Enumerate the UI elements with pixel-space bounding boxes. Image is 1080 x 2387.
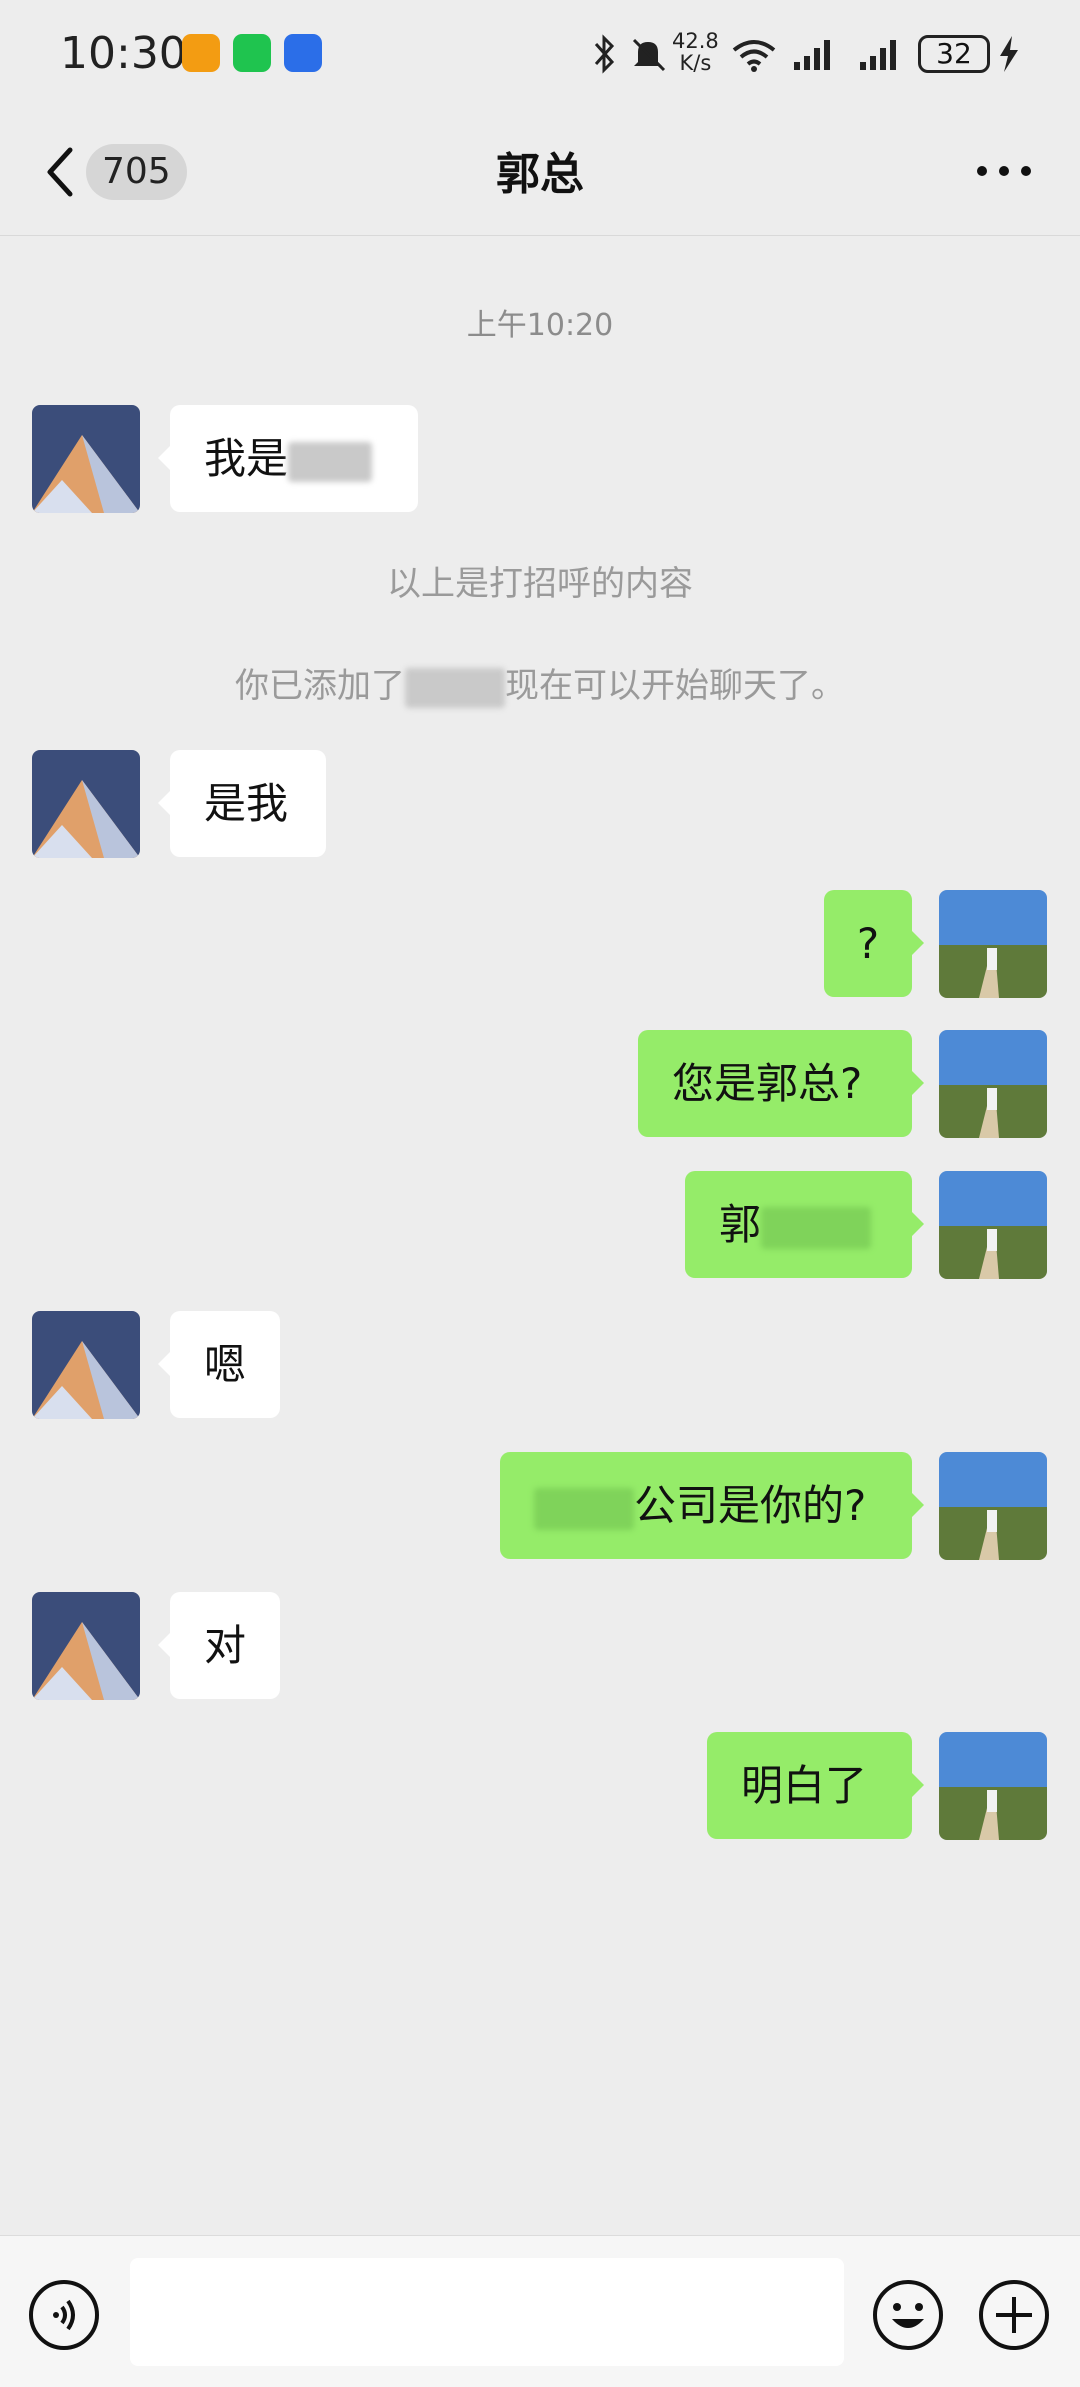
message-text: 嗯 — [204, 1340, 247, 1389]
signal-icon — [860, 40, 896, 70]
message-text: 是我 — [204, 779, 289, 828]
net-speed-unit: K/s — [679, 51, 712, 75]
redacted-text — [534, 1487, 634, 1530]
blue-app-icon — [284, 34, 322, 72]
battery-icon: 32 — [918, 35, 990, 73]
user-avatar[interactable] — [939, 1452, 1047, 1560]
redacted-text — [761, 1206, 872, 1249]
user-avatar[interactable] — [939, 1171, 1047, 1279]
chat-header: 705 郭总 — [0, 108, 1080, 236]
wifi-icon — [732, 40, 776, 72]
message-text: 对 — [204, 1621, 247, 1670]
chat-title: 郭总 — [496, 149, 584, 200]
message-bubble[interactable]: ? — [824, 890, 924, 997]
message-bubble[interactable]: 明白了 — [707, 1732, 924, 1839]
contact-avatar[interactable] — [32, 750, 140, 858]
orange-app-icon — [182, 34, 220, 72]
status-time: 10:30 — [60, 28, 187, 79]
redacted-text — [288, 441, 373, 482]
message-text: 您是郭总? — [672, 1059, 863, 1108]
message-input[interactable] — [130, 2258, 844, 2366]
signal-icon — [794, 40, 830, 70]
contact-avatar[interactable] — [32, 1311, 140, 1419]
message-bubble[interactable]: 我是 — [158, 405, 418, 512]
message-timestamp: 上午10:20 — [466, 308, 614, 343]
user-avatar[interactable] — [939, 1030, 1047, 1138]
contact-avatar[interactable] — [32, 405, 140, 513]
message-bubble[interactable]: 是我 — [158, 750, 326, 857]
input-bar — [0, 2235, 1080, 2387]
friend-added-note-end: 现在可以开始聊天了。 — [505, 666, 845, 706]
message-text: ? — [856, 919, 880, 968]
friend-added-note-start: 你已添加了 — [235, 666, 405, 706]
friend-added-note: 你已添加了 现在可以开始聊天了。 — [0, 658, 1080, 708]
message-bubble[interactable]: 郭 — [685, 1171, 924, 1278]
message-text: 明白了 — [741, 1761, 868, 1810]
status-bar: 10:30 42.8 K/s 32 — [0, 0, 1080, 108]
redacted-text — [405, 667, 505, 708]
charging-icon — [1000, 36, 1018, 72]
voice-icon[interactable] — [28, 2279, 100, 2351]
user-avatar[interactable] — [939, 890, 1047, 998]
message-text: 我是 — [204, 434, 289, 483]
message-bubble[interactable]: 对 — [158, 1592, 280, 1699]
user-avatar[interactable] — [939, 1732, 1047, 1840]
bluetooth-icon — [594, 34, 615, 74]
greeting-note: 以上是打招呼的内容 — [387, 564, 693, 604]
plus-icon[interactable] — [978, 2279, 1050, 2351]
net-speed-value: 42.8 — [672, 29, 719, 53]
message-bubble[interactable]: 您是郭总? — [638, 1030, 924, 1137]
message-text: 郭 — [719, 1200, 762, 1249]
wechat-icon — [233, 34, 271, 72]
net-speed: 42.8 K/s — [672, 30, 719, 74]
contact-avatar[interactable] — [32, 1592, 140, 1700]
message-bubble[interactable]: 公司是你的? — [500, 1452, 924, 1559]
message-text: 公司是你的? — [634, 1481, 867, 1530]
emoji-icon[interactable] — [872, 2279, 944, 2351]
mute-icon — [632, 38, 666, 72]
message-bubble[interactable]: 嗯 — [158, 1311, 280, 1418]
more-icon[interactable] — [974, 156, 1034, 186]
